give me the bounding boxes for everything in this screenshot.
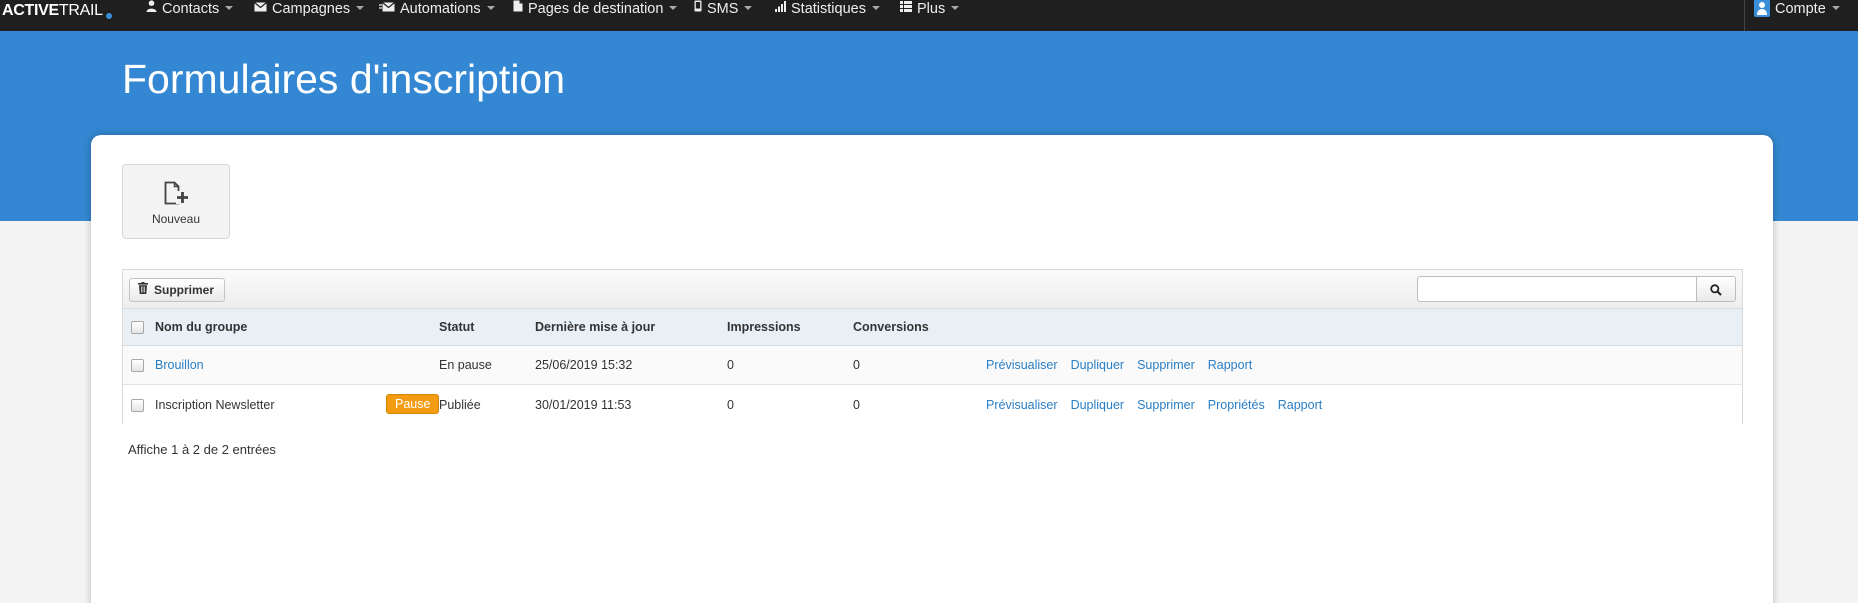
nav-contacts-label: Contacts	[162, 1, 220, 17]
user-icon	[146, 0, 157, 17]
form-status: En pause	[439, 358, 492, 372]
new-form-button-label: Nouveau	[151, 212, 201, 226]
row-actions: Prévisualiser Dupliquer Supprimer Rappor…	[986, 346, 1265, 384]
delete-button[interactable]: Supprimer	[129, 278, 226, 302]
column-header-name[interactable]: Nom du groupe	[155, 309, 247, 345]
duplicate-link[interactable]: Dupliquer	[1071, 358, 1125, 372]
properties-link[interactable]: Propriétés	[1208, 398, 1265, 412]
nav-statistiques[interactable]: Statistiques	[775, 0, 880, 18]
table-row: Inscription Newsletter Pause Publiée 30/…	[123, 385, 1742, 424]
row-checkbox[interactable]	[131, 398, 144, 412]
nav-plus-label: Plus	[917, 1, 946, 17]
nav-statistiques-label: Statistiques	[791, 1, 866, 17]
row-actions: Prévisualiser Dupliquer Supprimer Propri…	[986, 385, 1335, 424]
form-impressions: 0	[727, 358, 734, 372]
report-link[interactable]: Rapport	[1208, 358, 1252, 372]
nav-pages-destination-label: Pages de destination	[528, 1, 664, 17]
delete-link[interactable]: Supprimer	[1137, 398, 1195, 412]
nav-account[interactable]: Compte	[1754, 0, 1840, 18]
nav-sms-label: SMS	[707, 1, 739, 17]
select-all-checkbox[interactable]	[131, 321, 144, 334]
envelope-icon	[254, 0, 267, 17]
form-impressions: 0	[727, 397, 734, 412]
report-link[interactable]: Rapport	[1278, 398, 1322, 412]
chevron-down-icon	[1831, 6, 1840, 11]
nav-sms[interactable]: SMS	[694, 0, 753, 18]
top-navbar: ACTIVETRAIL Contacts Campagnes Automatio…	[0, 0, 1858, 31]
forms-grid: Supprimer Nom du groupe Statut Dernière …	[122, 269, 1743, 424]
delete-button-label: Supprimer	[154, 283, 215, 297]
nav-contacts[interactable]: Contacts	[146, 0, 234, 18]
signal-bars-icon	[775, 0, 786, 17]
list-icon	[900, 0, 912, 17]
automation-envelope-icon	[379, 0, 395, 17]
nav-pages-destination[interactable]: Pages de destination	[513, 0, 678, 18]
nav-divider	[1744, 0, 1745, 31]
column-header-updated[interactable]: Dernière mise à jour	[535, 309, 655, 345]
column-header-impressions[interactable]: Impressions	[727, 309, 801, 345]
activetrail-logo[interactable]: ACTIVETRAIL	[2, 1, 112, 21]
search-icon	[1710, 283, 1722, 301]
chevron-down-icon	[356, 6, 365, 11]
chevron-down-icon	[669, 6, 678, 11]
chevron-down-icon	[871, 6, 880, 11]
form-conversions: 0	[853, 397, 860, 412]
form-status: Publiée	[439, 397, 481, 412]
form-updated: 30/01/2019 11:53	[535, 397, 632, 412]
page-icon	[513, 0, 523, 17]
mobile-icon	[694, 0, 702, 17]
nav-plus[interactable]: Plus	[900, 0, 960, 18]
preview-link[interactable]: Prévisualiser	[986, 358, 1058, 372]
duplicate-link[interactable]: Dupliquer	[1071, 398, 1125, 412]
delete-link[interactable]: Supprimer	[1137, 358, 1195, 372]
chevron-down-icon	[951, 6, 960, 11]
trash-icon	[138, 279, 148, 301]
form-name[interactable]: Inscription Newsletter	[155, 385, 275, 424]
pause-badge[interactable]: Pause	[386, 394, 440, 414]
nav-campagnes[interactable]: Campagnes	[254, 0, 365, 18]
logo-dot	[106, 13, 112, 19]
logo-text-bold: ACTIVE	[2, 2, 59, 19]
nav-automations-label: Automations	[400, 1, 481, 17]
grid-toolbar: Supprimer	[123, 270, 1742, 309]
chevron-down-icon	[225, 6, 234, 11]
form-updated: 25/06/2019 15:32	[535, 358, 633, 372]
nav-automations[interactable]: Automations	[379, 0, 495, 18]
search-button[interactable]	[1696, 276, 1736, 302]
nav-campagnes-label: Campagnes	[272, 1, 351, 17]
search-input[interactable]	[1417, 276, 1697, 302]
column-header-status[interactable]: Statut	[439, 309, 474, 345]
preview-link[interactable]: Prévisualiser	[986, 398, 1058, 412]
nav-account-label: Compte	[1775, 1, 1826, 17]
table-row: Brouillon En pause 25/06/2019 15:32 0 0 …	[123, 346, 1742, 385]
row-checkbox[interactable]	[131, 359, 144, 372]
logo-text-light: TRAIL	[58, 2, 103, 19]
form-name-link[interactable]: Brouillon	[155, 346, 204, 384]
new-file-icon	[164, 181, 190, 210]
chevron-down-icon	[486, 6, 495, 11]
table-header: Nom du groupe Statut Dernière mise à jou…	[123, 309, 1742, 346]
column-header-conversions[interactable]: Conversions	[853, 309, 929, 345]
page-title: Formulaires d'inscription	[122, 56, 566, 102]
form-conversions: 0	[853, 358, 860, 372]
chevron-down-icon	[744, 6, 753, 11]
user-avatar-icon	[1754, 0, 1770, 18]
new-form-button[interactable]: Nouveau	[122, 164, 230, 239]
pagination-info: Affiche 1 à 2 de 2 entrées	[128, 442, 276, 457]
